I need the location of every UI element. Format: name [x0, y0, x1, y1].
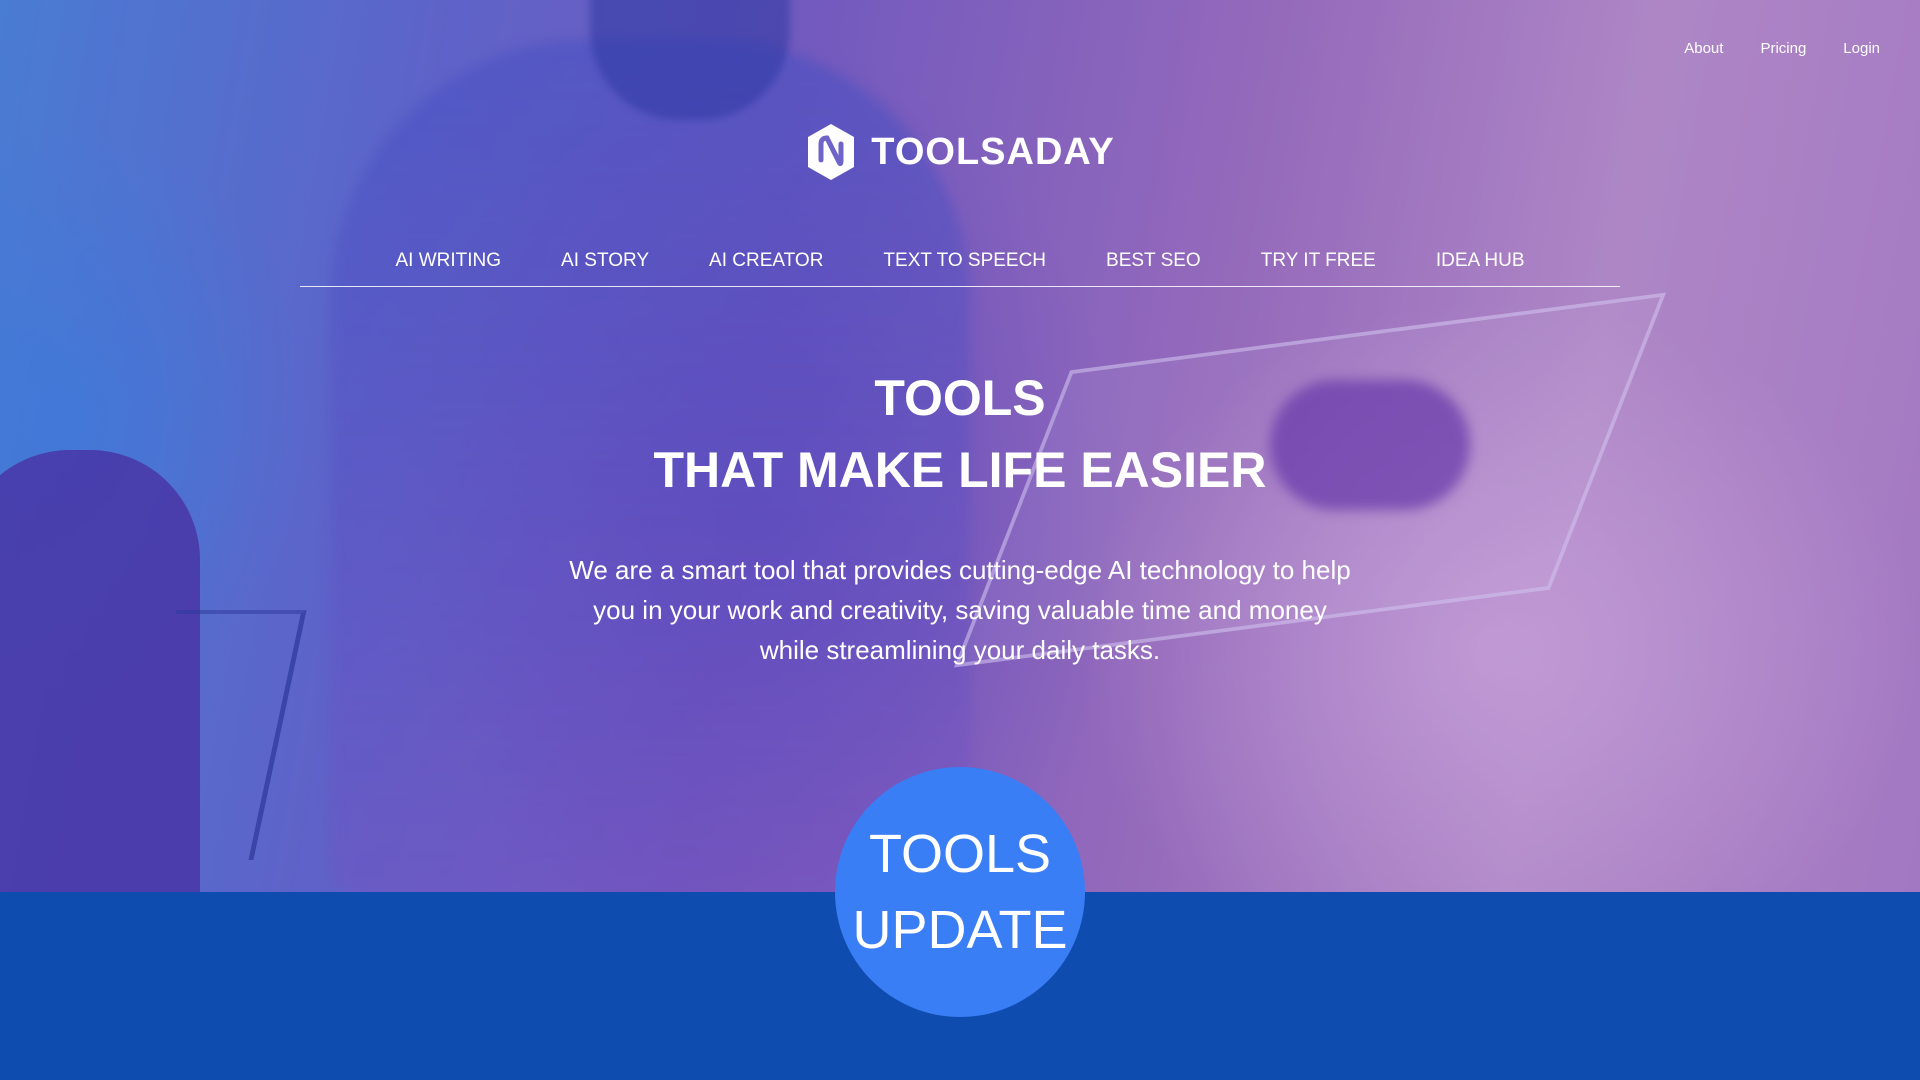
top-links: About Pricing Login [1647, 40, 1880, 57]
toolsaday-logo-icon [808, 124, 855, 180]
hero-title-line1: TOOLS [874, 370, 1046, 426]
tools-update-badge[interactable]: TOOLS UPDATE [835, 767, 1085, 1017]
about-link[interactable]: About [1684, 40, 1723, 57]
hero-title-line2: THAT MAKE LIFE EASIER [653, 442, 1267, 498]
main-nav: AI WRITING AI STORY AI CREATOR TEXT TO S… [300, 245, 1620, 287]
nav-ai-story[interactable]: AI STORY [561, 245, 649, 286]
login-link[interactable]: Login [1843, 40, 1880, 57]
logo-wordmark: TOOLSADAY [871, 130, 1115, 173]
badge-line1: TOOLS [868, 824, 1052, 884]
hero-description: We are a smart tool that provides cuttin… [569, 555, 1351, 665]
pricing-link[interactable]: Pricing [1760, 40, 1806, 57]
hero-title: TOOLS THAT MAKE LIFE EASIER [0, 362, 1920, 506]
nav-ai-creator[interactable]: AI CREATOR [709, 245, 823, 286]
site-logo[interactable]: TOOLSADAY [0, 122, 1920, 182]
page: About Pricing Login TOOLSADAY AI WRITING… [0, 0, 1920, 1080]
nav-best-seo[interactable]: BEST SEO [1106, 245, 1201, 286]
nav-try-it-free[interactable]: TRY IT FREE [1261, 245, 1376, 286]
nav-ai-writing[interactable]: AI WRITING [395, 245, 501, 286]
nav-text-to-speech[interactable]: TEXT TO SPEECH [883, 245, 1046, 286]
nav-idea-hub[interactable]: IDEA HUB [1436, 245, 1525, 286]
badge-line2: UPDATE [852, 900, 1068, 960]
